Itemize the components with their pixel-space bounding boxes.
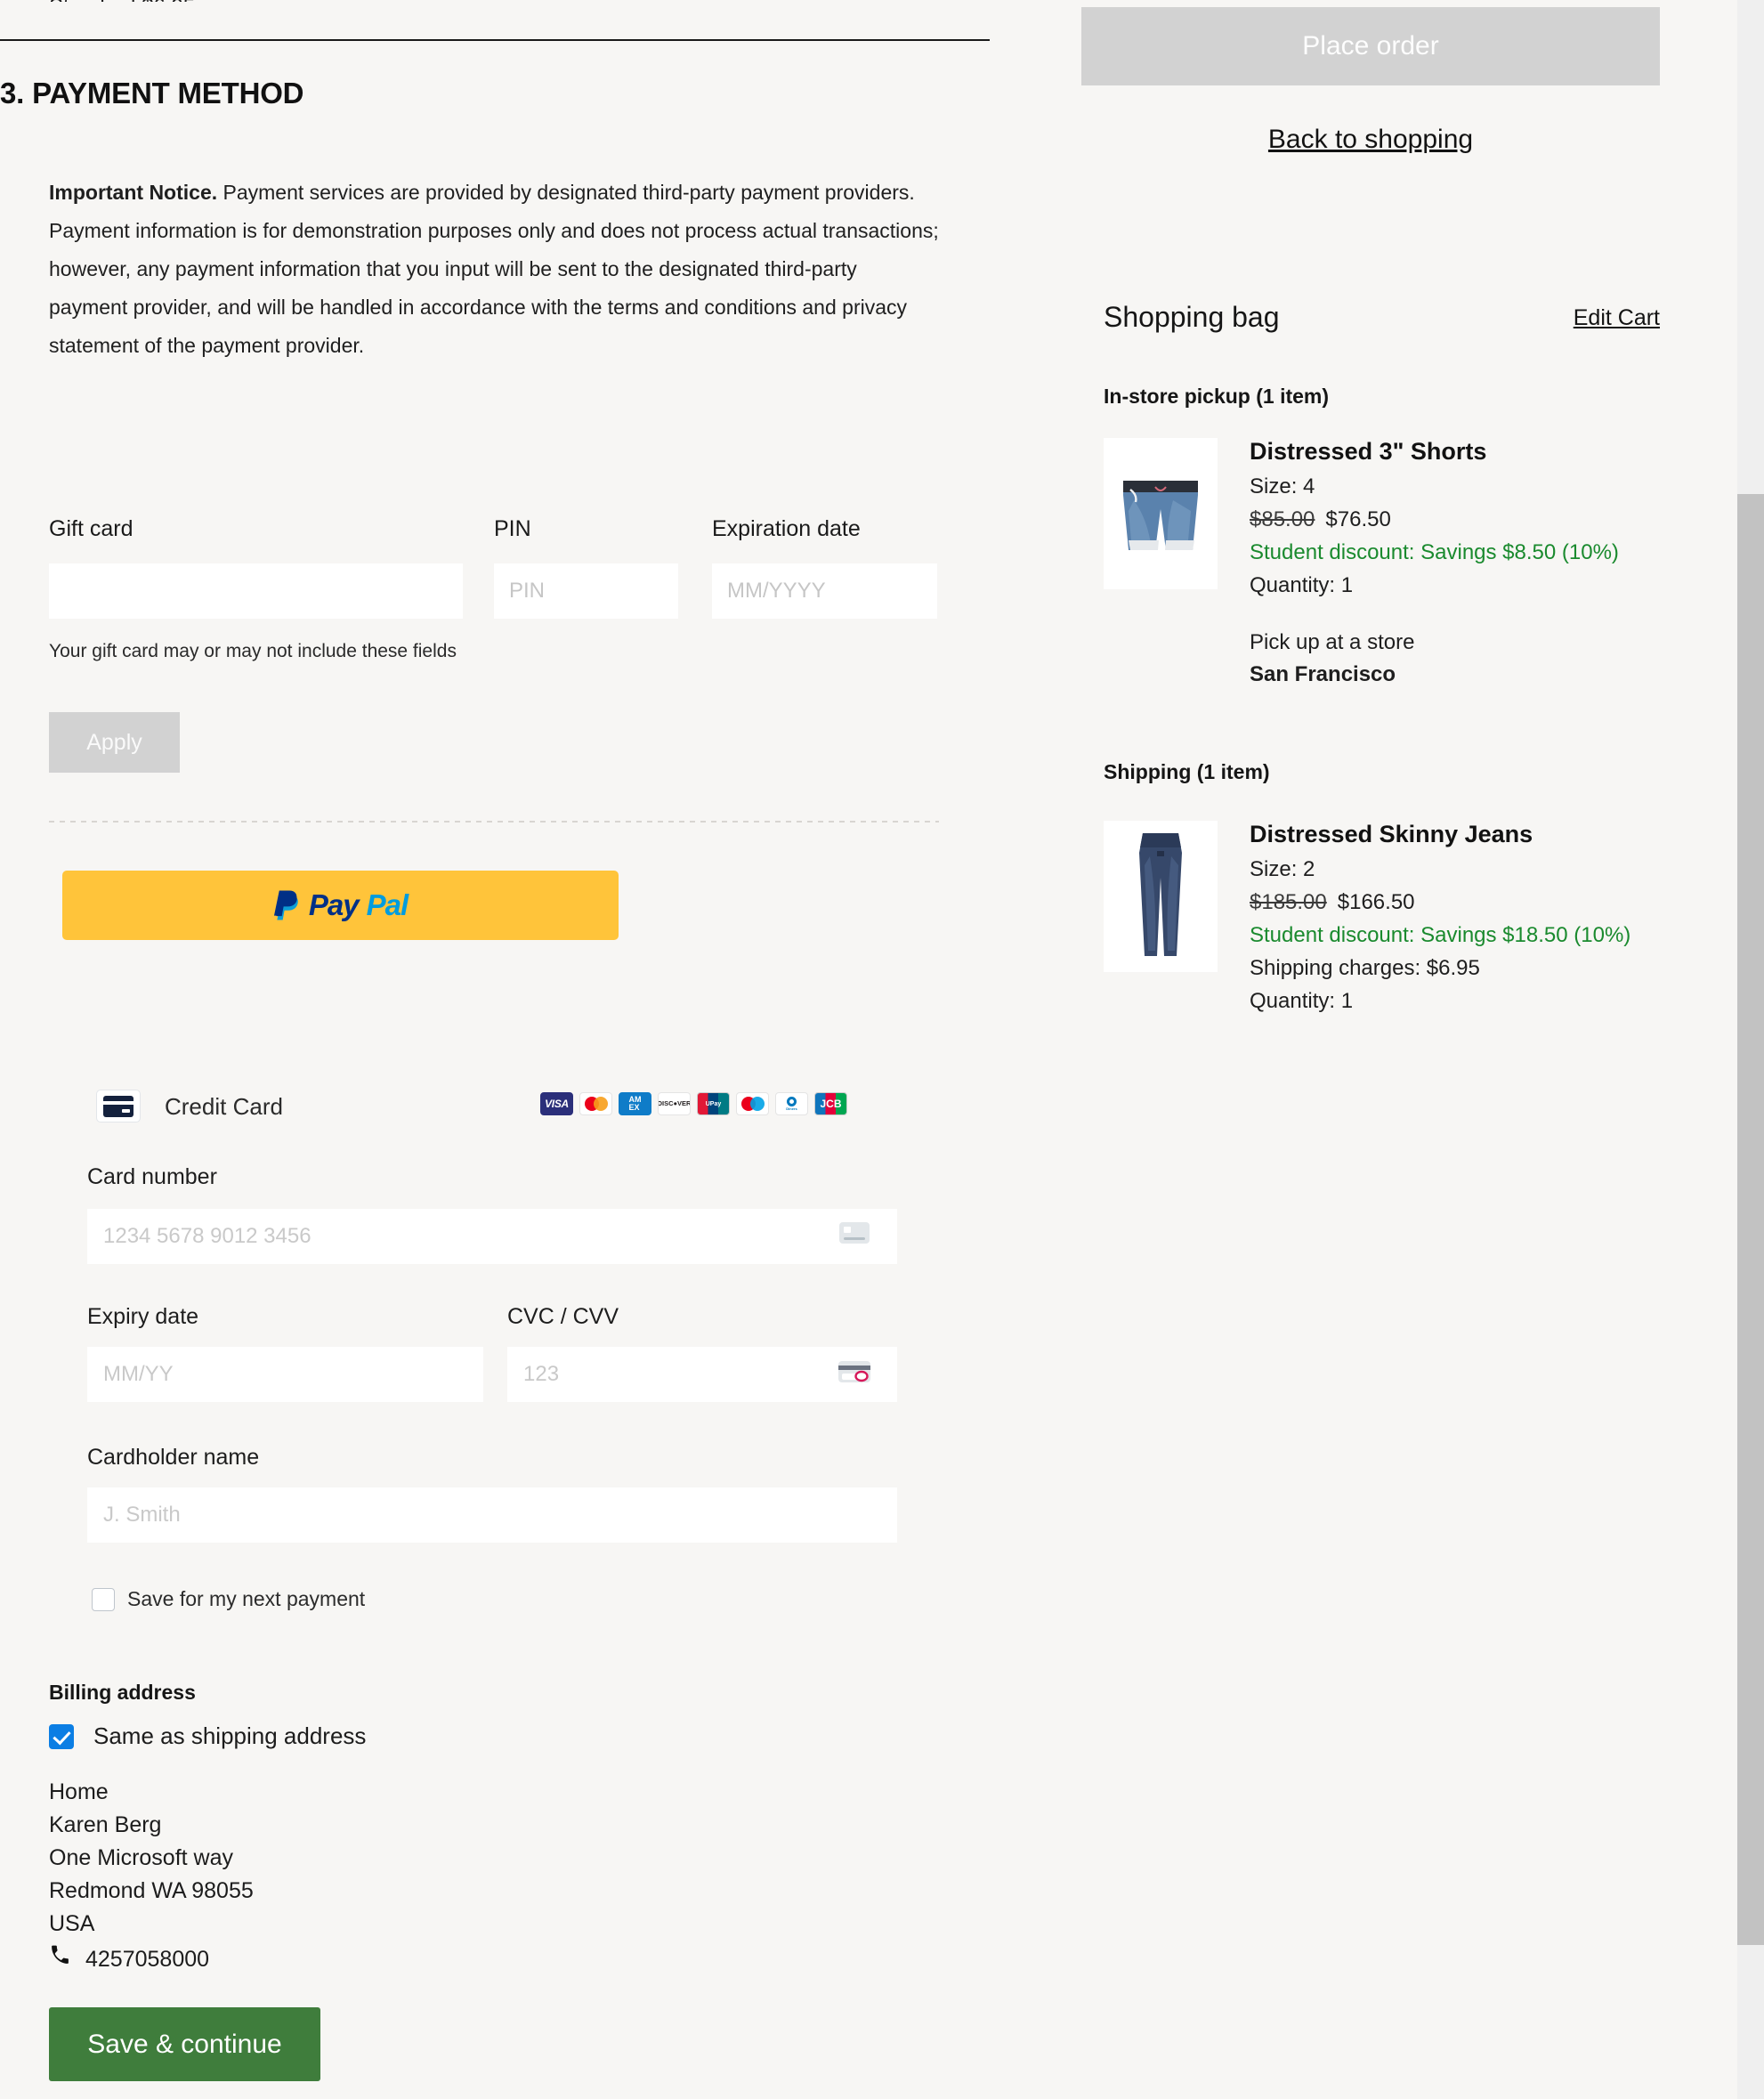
back-to-shopping-link[interactable]: Back to shopping <box>1081 125 1660 155</box>
item-price-current: $166.50 <box>1337 890 1415 914</box>
billing-address-title: Billing address <box>49 1681 196 1704</box>
amex-icon: AM EX <box>619 1092 651 1115</box>
cvc-label: CVC / CVV <box>507 1304 619 1329</box>
bag-item-info: Distressed Skinny Jeans Size: 2 $185.00 $… <box>1250 821 1630 1017</box>
gift-card-expiration-input[interactable] <box>712 563 937 619</box>
mastercard-icon <box>579 1092 612 1115</box>
gift-card-input[interactable] <box>49 563 463 619</box>
gift-card-pin-label: PIN <box>494 516 531 541</box>
denim-shorts-image <box>1104 438 1218 589</box>
address-label: Home <box>49 1779 109 1804</box>
page-title: 3. PAYMENT METHOD <box>0 77 304 109</box>
item-fulfillment: Pick up at a store San Francisco <box>1250 627 1619 691</box>
address-country: USA <box>49 1911 95 1936</box>
same-as-shipping-label: Same as shipping address <box>93 1722 367 1749</box>
cvc-input[interactable] <box>507 1347 897 1402</box>
item-price-original: $185.00 <box>1250 890 1327 914</box>
shopping-bag-title: Shopping bag <box>1104 301 1280 333</box>
item-name: Distressed Skinny Jeans <box>1250 821 1533 847</box>
clipped-shipping-line: Standard $6.95 <box>49 0 352 2</box>
item-size: Size: 2 <box>1250 857 1315 881</box>
skinny-jeans-image <box>1104 821 1218 972</box>
item-price-current: $76.50 <box>1325 507 1391 531</box>
apply-gift-card-button[interactable]: Apply <box>49 712 180 773</box>
paypal-button[interactable]: Pay Pal <box>62 871 619 940</box>
item-discount: Student discount: Savings $18.50 (10%) <box>1250 923 1631 947</box>
billing-address-block: Home Karen Berg One Microsoft way Redmon… <box>49 1776 254 1976</box>
gift-card-hint: Your gift card may or may not include th… <box>49 641 457 661</box>
group-heading-pickup: In-store pickup (1 item) <box>1104 385 1330 408</box>
address-phone-row: 4257058000 <box>49 1943 254 1976</box>
same-as-shipping-checkbox[interactable] <box>49 1723 74 1749</box>
bag-item-info: Distressed 3" Shorts Size: 4 $85.00 $76.5… <box>1250 438 1619 691</box>
item-name: Distressed 3" Shorts <box>1250 438 1487 465</box>
unionpay-icon: UPay <box>697 1092 730 1115</box>
address-name: Karen Berg <box>49 1812 162 1837</box>
item-size: Size: 4 <box>1250 474 1315 498</box>
group-heading-shipping: Shipping (1 item) <box>1104 760 1270 783</box>
payment-method-column: Standard $6.95 3. PAYMENT METHOD Importa… <box>0 0 997 2099</box>
place-order-button[interactable]: Place order <box>1081 7 1660 85</box>
cardholder-name-label: Cardholder name <box>87 1445 260 1470</box>
expiry-date-label: Expiry date <box>87 1304 199 1329</box>
save-for-next-payment-label: Save for my next payment <box>127 1587 366 1610</box>
gift-card-label: Gift card <box>49 516 134 541</box>
bag-item-jeans: Distressed Skinny Jeans Size: 2 $185.00 $… <box>1104 821 1630 1017</box>
phone-icon <box>49 1943 71 1976</box>
notice-lead: Important Notice. <box>49 181 218 204</box>
item-shipping-charges: Shipping charges: $6.95 <box>1250 956 1480 980</box>
card-number-label: Card number <box>87 1164 217 1189</box>
section-divider-rule <box>0 39 990 41</box>
gift-card-pin-input[interactable] <box>494 563 678 619</box>
gift-card-expiration-label: Expiration date <box>712 516 861 541</box>
card-number-input[interactable] <box>87 1209 897 1264</box>
same-as-shipping-row[interactable]: Same as shipping address <box>49 1722 366 1750</box>
item-quantity: Quantity: 1 <box>1250 989 1354 1013</box>
item-discount: Student discount: Savings $8.50 (10%) <box>1250 540 1619 564</box>
payment-options-divider <box>49 821 939 823</box>
cardholder-name-input[interactable] <box>87 1487 897 1543</box>
item-price-row: $85.00 $76.50 <box>1250 503 1619 536</box>
page-scrollbar-track[interactable] <box>1737 0 1764 2099</box>
jcb-icon: JCB <box>814 1092 847 1115</box>
item-quantity: Quantity: 1 <box>1250 573 1354 597</box>
credit-card-label: Credit Card <box>165 1093 283 1120</box>
bag-item-shorts: Distressed 3" Shorts Size: 4 $85.00 $76.5… <box>1104 438 1619 691</box>
paypal-word-pal: Pal <box>366 888 409 921</box>
fulfillment-label: Pick up at a store <box>1250 630 1415 654</box>
edit-cart-link[interactable]: Edit Cart <box>1495 305 1660 331</box>
paypal-logo-icon <box>273 887 301 924</box>
address-street: One Microsoft way <box>49 1845 234 1870</box>
visa-icon: VISA <box>540 1092 573 1115</box>
address-city-state-zip: Redmond WA 98055 <box>49 1878 254 1903</box>
discover-icon: DISC●VER <box>658 1092 691 1115</box>
save-for-next-payment-checkbox[interactable] <box>92 1587 115 1611</box>
maestro-icon <box>736 1092 769 1115</box>
paypal-word-pay: Pay <box>308 888 360 921</box>
save-for-next-payment-row[interactable]: Save for my next payment <box>92 1587 365 1611</box>
important-notice: Important Notice. Payment services are p… <box>49 174 939 365</box>
fulfillment-store: San Francisco <box>1250 662 1396 686</box>
accepted-card-brands: VISA AM EX DISC●VER UPay Diners JCB <box>540 1092 847 1115</box>
diners-club-icon: Diners <box>775 1092 808 1115</box>
item-price-row: $185.00 $166.50 <box>1250 886 1630 919</box>
notice-body: Payment services are provided by designa… <box>49 181 939 357</box>
item-price-original: $85.00 <box>1250 507 1315 531</box>
credit-card-icon <box>96 1090 141 1122</box>
checkout-page: Standard $6.95 3. PAYMENT METHOD Importa… <box>0 0 1764 2099</box>
expiry-date-input[interactable] <box>87 1347 483 1402</box>
save-and-continue-button[interactable]: Save & continue <box>49 2007 320 2081</box>
page-scrollbar-thumb[interactable] <box>1737 494 1764 1945</box>
phone-number: 4257058000 <box>85 1947 210 1972</box>
